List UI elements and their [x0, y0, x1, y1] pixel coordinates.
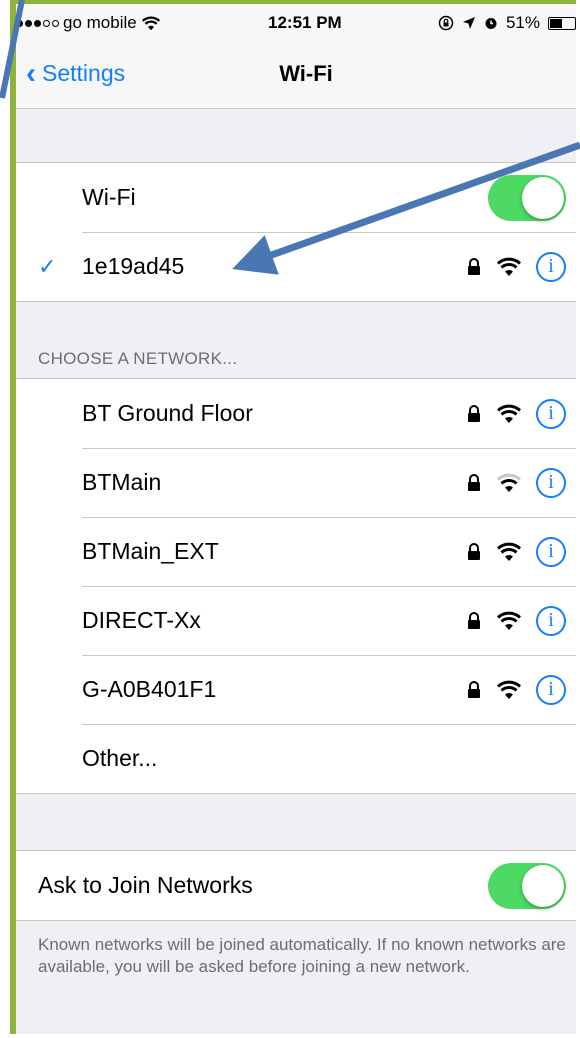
wifi-signal-icon	[496, 680, 522, 699]
wifi-signal-icon	[496, 611, 522, 630]
wifi-status-icon	[141, 16, 160, 30]
lock-icon	[468, 680, 480, 698]
checkmark-icon: ✓	[38, 253, 57, 279]
network-name: G-A0B401F1	[82, 676, 217, 702]
battery-percent: 51%	[505, 13, 540, 32]
status-bar: go mobile 12:51 PM 51%	[16, 4, 576, 40]
other-network-row[interactable]: Other...	[16, 724, 576, 793]
wifi-toggle-label: Wi-Fi	[82, 184, 136, 210]
info-icon[interactable]: i	[536, 398, 566, 429]
info-icon[interactable]: i	[536, 251, 566, 282]
navigation-bar: ‹ Settings Wi-Fi	[16, 40, 576, 109]
section-header: CHOOSE A NETWORK...	[38, 349, 238, 368]
lock-icon	[468, 542, 480, 560]
network-name: BTMain	[82, 469, 162, 495]
network-row[interactable]: BTMain_EXT i	[16, 517, 576, 586]
network-row[interactable]: DIRECT-Xx i	[16, 586, 576, 655]
network-row[interactable]: BTMain i	[16, 448, 576, 517]
ask-to-join-label: Ask to Join Networks	[38, 872, 253, 898]
page-title: Wi-Fi	[279, 61, 333, 86]
battery-icon	[548, 16, 576, 30]
wifi-toggle[interactable]	[488, 174, 566, 221]
wifi-signal-weak-icon	[496, 473, 522, 492]
wifi-toggle-row: Wi-Fi	[16, 163, 576, 232]
info-icon[interactable]: i	[536, 536, 566, 567]
lock-icon	[468, 257, 480, 275]
ask-to-join-toggle[interactable]	[488, 862, 566, 909]
wifi-group: Wi-Fi ✓ 1e19ad45 i	[16, 162, 576, 302]
signal-dots-icon	[16, 19, 59, 27]
carrier-info: go mobile	[16, 13, 161, 33]
clock: 12:51 PM	[268, 13, 342, 32]
rotation-lock-icon	[438, 15, 454, 31]
ask-to-join-row: Ask to Join Networks	[16, 851, 576, 920]
lock-icon	[468, 404, 480, 422]
info-icon[interactable]: i	[536, 674, 566, 705]
wifi-signal-icon	[496, 257, 522, 276]
status-right: 51%	[438, 13, 576, 33]
alarm-icon	[485, 18, 497, 29]
wifi-signal-icon	[496, 542, 522, 561]
network-row[interactable]: BT Ground Floor i	[16, 379, 576, 448]
network-name: BTMain_EXT	[82, 538, 219, 564]
ask-to-join-group: Ask to Join Networks	[16, 850, 576, 921]
ios-screen: go mobile 12:51 PM 51% ‹ Settings Wi-Fi …	[16, 4, 576, 1034]
network-name: DIRECT-Xx	[82, 607, 201, 633]
other-network-label: Other...	[82, 745, 158, 771]
location-icon	[462, 17, 475, 29]
info-icon[interactable]: i	[536, 605, 566, 636]
info-icon[interactable]: i	[536, 467, 566, 498]
lock-icon	[468, 473, 480, 491]
network-list: BT Ground Floor i BTMain i BTMain_EXT i	[16, 378, 576, 794]
footer-note: Known networks will be joined automatica…	[38, 935, 566, 976]
wifi-signal-icon	[496, 404, 522, 423]
network-name: BT Ground Floor	[82, 400, 253, 426]
connected-network-row[interactable]: ✓ 1e19ad45 i	[16, 232, 576, 301]
carrier-name: go mobile	[63, 13, 137, 32]
connected-network-name: 1e19ad45	[82, 253, 185, 279]
lock-icon	[468, 611, 480, 629]
network-row[interactable]: G-A0B401F1 i	[16, 655, 576, 724]
